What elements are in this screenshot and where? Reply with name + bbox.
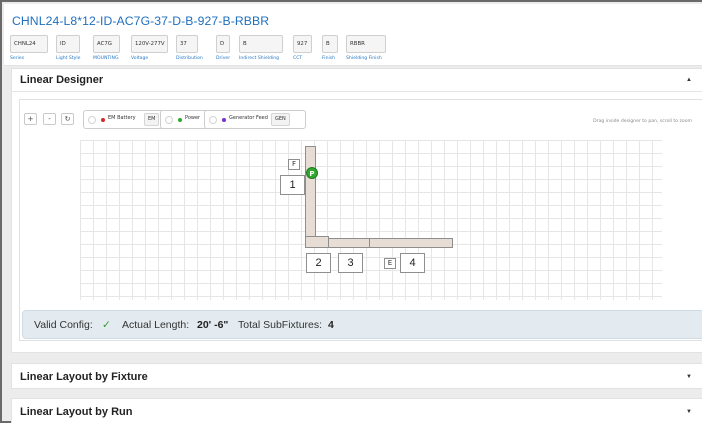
sku-title: CHNL24-L8*12-ID-AC7G-37-D-B-927-B-RBBR xyxy=(12,14,270,28)
field-indirect-shielding-label: Indirect Shielding xyxy=(239,56,280,61)
field-finish-label: Finish xyxy=(322,56,336,61)
power-radio[interactable] xyxy=(165,116,173,124)
field-mounting-value[interactable]: AC7G xyxy=(93,35,120,53)
generator-feed-label: Generator Feed xyxy=(229,115,268,121)
em-battery-tag: EM xyxy=(144,113,160,126)
subfixture-label-3[interactable]: 3 xyxy=(338,253,363,273)
field-driver-label: Driver xyxy=(216,56,231,61)
field-cct-label: CCT xyxy=(293,56,303,61)
config-status-bar: Valid Config: ✓ Actual Length: 20' -6" T… xyxy=(22,310,702,339)
designer-hint: Drag inside designer to pan, scroll to z… xyxy=(593,119,692,124)
layout-by-run-title: Linear Layout by Run xyxy=(20,406,133,418)
em-battery-radio[interactable] xyxy=(88,116,96,124)
configuration-card: CHNL24-L8*12-ID-AC7G-37-D-B-927-B-RBBR C… xyxy=(4,4,702,66)
field-distribution-value[interactable]: 37 xyxy=(176,35,198,53)
e-marker[interactable]: E xyxy=(384,258,396,269)
field-light-style-label: Light Style xyxy=(56,56,81,61)
actual-length-label: Actual Length: xyxy=(122,319,190,331)
designer-area: + - ↻ EM Battery EM Power Generator Feed… xyxy=(12,91,702,341)
designer-grid[interactable]: P F 1 2 3 E 4 xyxy=(80,140,662,300)
layout-by-run-section[interactable]: Linear Layout by Run ▼ xyxy=(11,398,702,423)
power-dot-icon xyxy=(178,118,182,122)
reset-view-button[interactable]: ↻ xyxy=(61,113,74,125)
field-indirect-shielding-value[interactable]: B xyxy=(239,35,283,53)
generator-feed-radio[interactable] xyxy=(209,116,217,124)
caret-down-icon[interactable]: ▼ xyxy=(686,399,692,423)
field-distribution-label: Distribution xyxy=(176,56,203,61)
app-frame: CHNL24-L8*12-ID-AC7G-37-D-B-927-B-RBBR C… xyxy=(0,0,702,423)
fixture-4[interactable] xyxy=(369,238,453,248)
subfixture-label-1[interactable]: 1 xyxy=(280,175,305,195)
generator-feed-tag: GEN xyxy=(271,113,290,126)
layout-by-fixture-section[interactable]: Linear Layout by Fixture ▼ xyxy=(11,363,702,389)
field-driver-value[interactable]: D xyxy=(216,35,230,53)
field-voltage-label: Voltage xyxy=(131,56,149,61)
linear-designer-header[interactable]: Linear Designer ▲ xyxy=(12,69,702,91)
f-marker[interactable]: F xyxy=(288,159,300,170)
caret-down-icon[interactable]: ▼ xyxy=(686,364,692,390)
fixture-2[interactable] xyxy=(305,236,329,248)
layout-by-fixture-title: Linear Layout by Fixture xyxy=(20,371,148,383)
layout-by-fixture-header[interactable]: Linear Layout by Fixture ▼ xyxy=(12,364,702,390)
linear-designer-title: Linear Designer xyxy=(20,74,104,86)
caret-up-icon[interactable]: ▲ xyxy=(686,69,692,91)
fixture-1[interactable] xyxy=(305,146,316,248)
zoom-in-button[interactable]: + xyxy=(24,113,37,125)
legend-generator-feed[interactable]: Generator Feed GEN xyxy=(204,110,306,129)
field-series-value[interactable]: CHNL24 xyxy=(10,35,48,53)
layout-by-run-header[interactable]: Linear Layout by Run ▼ xyxy=(12,399,702,423)
zoom-out-button[interactable]: - xyxy=(43,113,56,125)
generator-feed-dot-icon xyxy=(222,118,226,122)
field-series-label: Series xyxy=(10,56,25,61)
field-cct-value[interactable]: 927 xyxy=(293,35,312,53)
designer-canvas[interactable]: + - ↻ EM Battery EM Power Generator Feed… xyxy=(19,99,702,341)
check-icon: ✓ xyxy=(102,319,111,331)
linear-designer-section: Linear Designer ▲ + - ↻ EM Battery EM Po… xyxy=(11,68,702,353)
field-finish-value[interactable]: B xyxy=(322,35,338,53)
field-shielding-finish-value[interactable]: RBBR xyxy=(346,35,386,53)
field-mounting-label: MOUNTING xyxy=(93,56,119,61)
field-voltage-value[interactable]: 120V-277V xyxy=(131,35,168,53)
actual-length-value: 20' -6" xyxy=(197,319,229,331)
total-subfixtures-value: 4 xyxy=(328,319,334,331)
total-subfixtures-label: Total SubFixtures: xyxy=(238,319,323,331)
em-battery-dot-icon xyxy=(101,118,105,122)
valid-config-label: Valid Config: xyxy=(34,319,93,331)
em-battery-label: EM Battery xyxy=(108,115,136,121)
subfixture-label-4[interactable]: 4 xyxy=(400,253,425,273)
field-light-style-value[interactable]: ID xyxy=(56,35,80,53)
field-shielding-finish-label: Shielding Finish xyxy=(346,56,382,61)
subfixture-label-2[interactable]: 2 xyxy=(306,253,331,273)
legend-em-battery[interactable]: EM Battery EM xyxy=(83,110,164,129)
power-label: Power xyxy=(185,115,201,121)
power-marker-icon[interactable]: P xyxy=(306,167,318,179)
fixture-3[interactable] xyxy=(328,238,370,248)
